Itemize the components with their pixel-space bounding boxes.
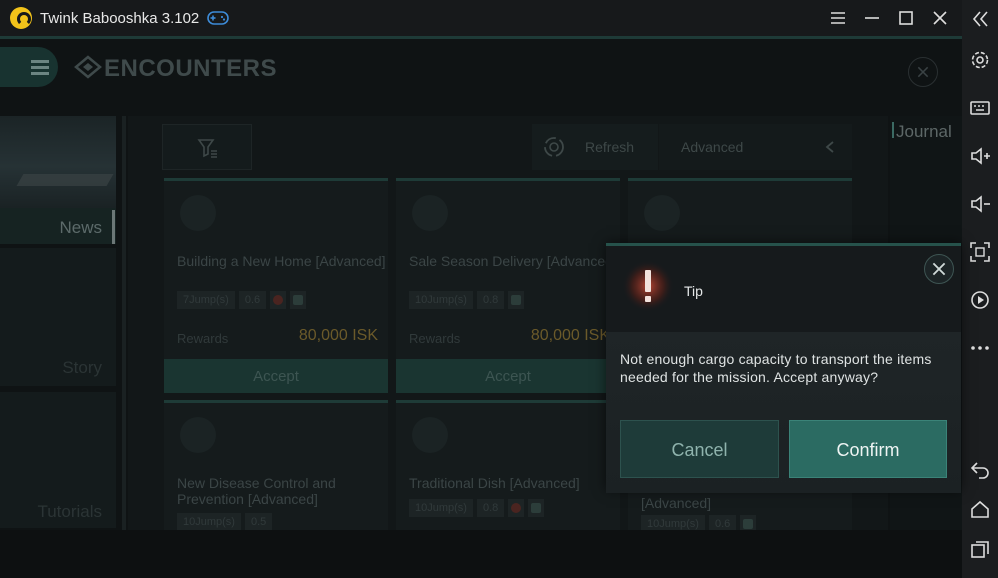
- dialog-close-button[interactable]: [924, 254, 954, 284]
- faction-icon: [508, 499, 525, 517]
- location-pin-icon: [180, 195, 216, 231]
- left-nav: News Story Tutorials: [0, 116, 118, 536]
- nav-tutorials-label: Tutorials: [37, 502, 102, 521]
- missions-toolbar: Refresh Advanced: [162, 124, 852, 170]
- location-pin-icon: [412, 417, 448, 453]
- volume-down-icon[interactable]: [969, 193, 991, 215]
- close-icon[interactable]: [932, 10, 948, 26]
- screenshot-icon[interactable]: [969, 241, 991, 263]
- volume-up-icon[interactable]: [969, 145, 991, 167]
- mission-title: [Advanced]: [641, 495, 712, 511]
- recent-apps-icon[interactable]: [969, 538, 991, 560]
- bottom-bar: [0, 530, 962, 578]
- mission-card[interactable]: Traditional Dish [Advanced] 10Jump(s) 0.…: [396, 400, 620, 530]
- refresh-label: Refresh: [585, 139, 635, 155]
- mission-title: Building a New Home [Advanced]: [177, 253, 386, 269]
- nav-story-label: Story: [62, 358, 102, 377]
- mission-title: Sale Season Delivery [Advanced]: [409, 253, 617, 269]
- mission-title: Traditional Dish [Advanced]: [409, 475, 580, 491]
- collapse-icon[interactable]: [969, 8, 991, 30]
- dialog-body: Not enough cargo capacity to transport t…: [606, 332, 961, 493]
- location-pin-icon: [412, 195, 448, 231]
- mission-type-icon: [528, 499, 545, 517]
- journal-indicator: [892, 122, 894, 138]
- encounters-icon: [74, 55, 102, 79]
- cancel-label: Cancel: [671, 440, 728, 460]
- confirm-button[interactable]: Confirm: [789, 420, 947, 478]
- security-badge: 0.6: [238, 291, 267, 309]
- nav-news-label: News: [59, 218, 102, 237]
- close-encounters-button[interactable]: [908, 57, 938, 87]
- game-menu-button[interactable]: [0, 47, 58, 87]
- emulator-sidebar: [962, 0, 998, 578]
- dialog-header: Tip: [606, 246, 961, 332]
- nav-news[interactable]: News: [0, 208, 116, 244]
- shield-icon: [508, 291, 525, 309]
- page-title: ENCOUNTERS: [104, 55, 278, 82]
- app-logo-icon: [10, 7, 32, 29]
- home-icon[interactable]: [969, 498, 991, 520]
- advanced-filter-button[interactable]: Advanced: [659, 124, 852, 170]
- keyboard-icon[interactable]: [969, 97, 991, 119]
- advanced-label: Advanced: [681, 139, 744, 155]
- gamepad-icon[interactable]: [207, 11, 230, 25]
- news-thumbnail: [0, 116, 116, 208]
- rewards-label: Rewards: [177, 331, 229, 346]
- dialog-message: Not enough cargo capacity to transport t…: [620, 351, 932, 385]
- top-accent-line: [0, 36, 962, 39]
- jumps-badge: 10Jump(s): [409, 291, 473, 309]
- refresh-icon: [544, 137, 564, 157]
- mission-type-icon: [290, 291, 307, 309]
- filter-button[interactable]: [162, 124, 252, 170]
- confirm-label: Confirm: [836, 440, 900, 460]
- record-icon[interactable]: [969, 289, 991, 311]
- accept-label: Accept: [253, 368, 299, 385]
- warning-icon: [622, 260, 674, 312]
- mission-card[interactable]: Sale Season Delivery [Advanced] 10Jump(s…: [396, 178, 620, 393]
- mission-card[interactable]: Building a New Home [Advanced] 7Jump(s) …: [164, 178, 388, 393]
- reward-value: 80,000 ISK: [298, 327, 378, 344]
- nav-active-indicator: [112, 210, 115, 244]
- chevron-left-icon: [825, 141, 834, 153]
- location-pin-icon: [180, 417, 216, 453]
- encounters-header: ENCOUNTERS: [0, 44, 962, 88]
- more-icon[interactable]: [969, 337, 991, 359]
- back-icon[interactable]: [969, 458, 991, 480]
- security-badge: 0.5: [244, 513, 273, 531]
- settings-icon[interactable]: [969, 49, 991, 71]
- rewards-label: Rewards: [409, 331, 461, 346]
- security-badge: 0.8: [476, 291, 505, 309]
- tip-dialog: Tip Not enough cargo capacity to transpo…: [606, 243, 961, 493]
- maximize-icon[interactable]: [898, 10, 914, 26]
- minimize-icon[interactable]: [864, 10, 880, 26]
- title-bar: Twink Babooshka 3.102: [0, 0, 962, 36]
- security-badge: 0.8: [476, 499, 505, 517]
- faction-icon: [270, 291, 287, 309]
- dialog-title: Tip: [684, 283, 703, 299]
- journal-label: Journal: [896, 122, 952, 141]
- location-pin-icon: [644, 195, 680, 231]
- accept-button[interactable]: Accept: [164, 359, 388, 393]
- reward-value: 80,000 ISK: [530, 327, 610, 344]
- mission-title: New Disease Control and Prevention [Adva…: [177, 475, 336, 507]
- mission-card[interactable]: New Disease Control and Prevention [Adva…: [164, 400, 388, 531]
- close-icon: [932, 262, 946, 276]
- jumps-badge: 7Jump(s): [177, 291, 235, 309]
- accept-label: Accept: [485, 368, 531, 385]
- app-title: Twink Babooshka 3.102: [40, 9, 200, 27]
- refresh-button[interactable]: Refresh: [532, 124, 658, 170]
- nav-tutorials[interactable]: Tutorials: [0, 392, 116, 528]
- jumps-badge: 10Jump(s): [409, 499, 473, 517]
- accept-button[interactable]: Accept: [396, 359, 620, 393]
- jumps-badge: 10Jump(s): [177, 513, 241, 531]
- hamburger-icon[interactable]: [830, 10, 846, 26]
- cancel-button[interactable]: Cancel: [620, 420, 779, 478]
- filter-icon: [197, 139, 217, 158]
- nav-divider: [122, 116, 126, 530]
- nav-story[interactable]: Story: [0, 248, 116, 386]
